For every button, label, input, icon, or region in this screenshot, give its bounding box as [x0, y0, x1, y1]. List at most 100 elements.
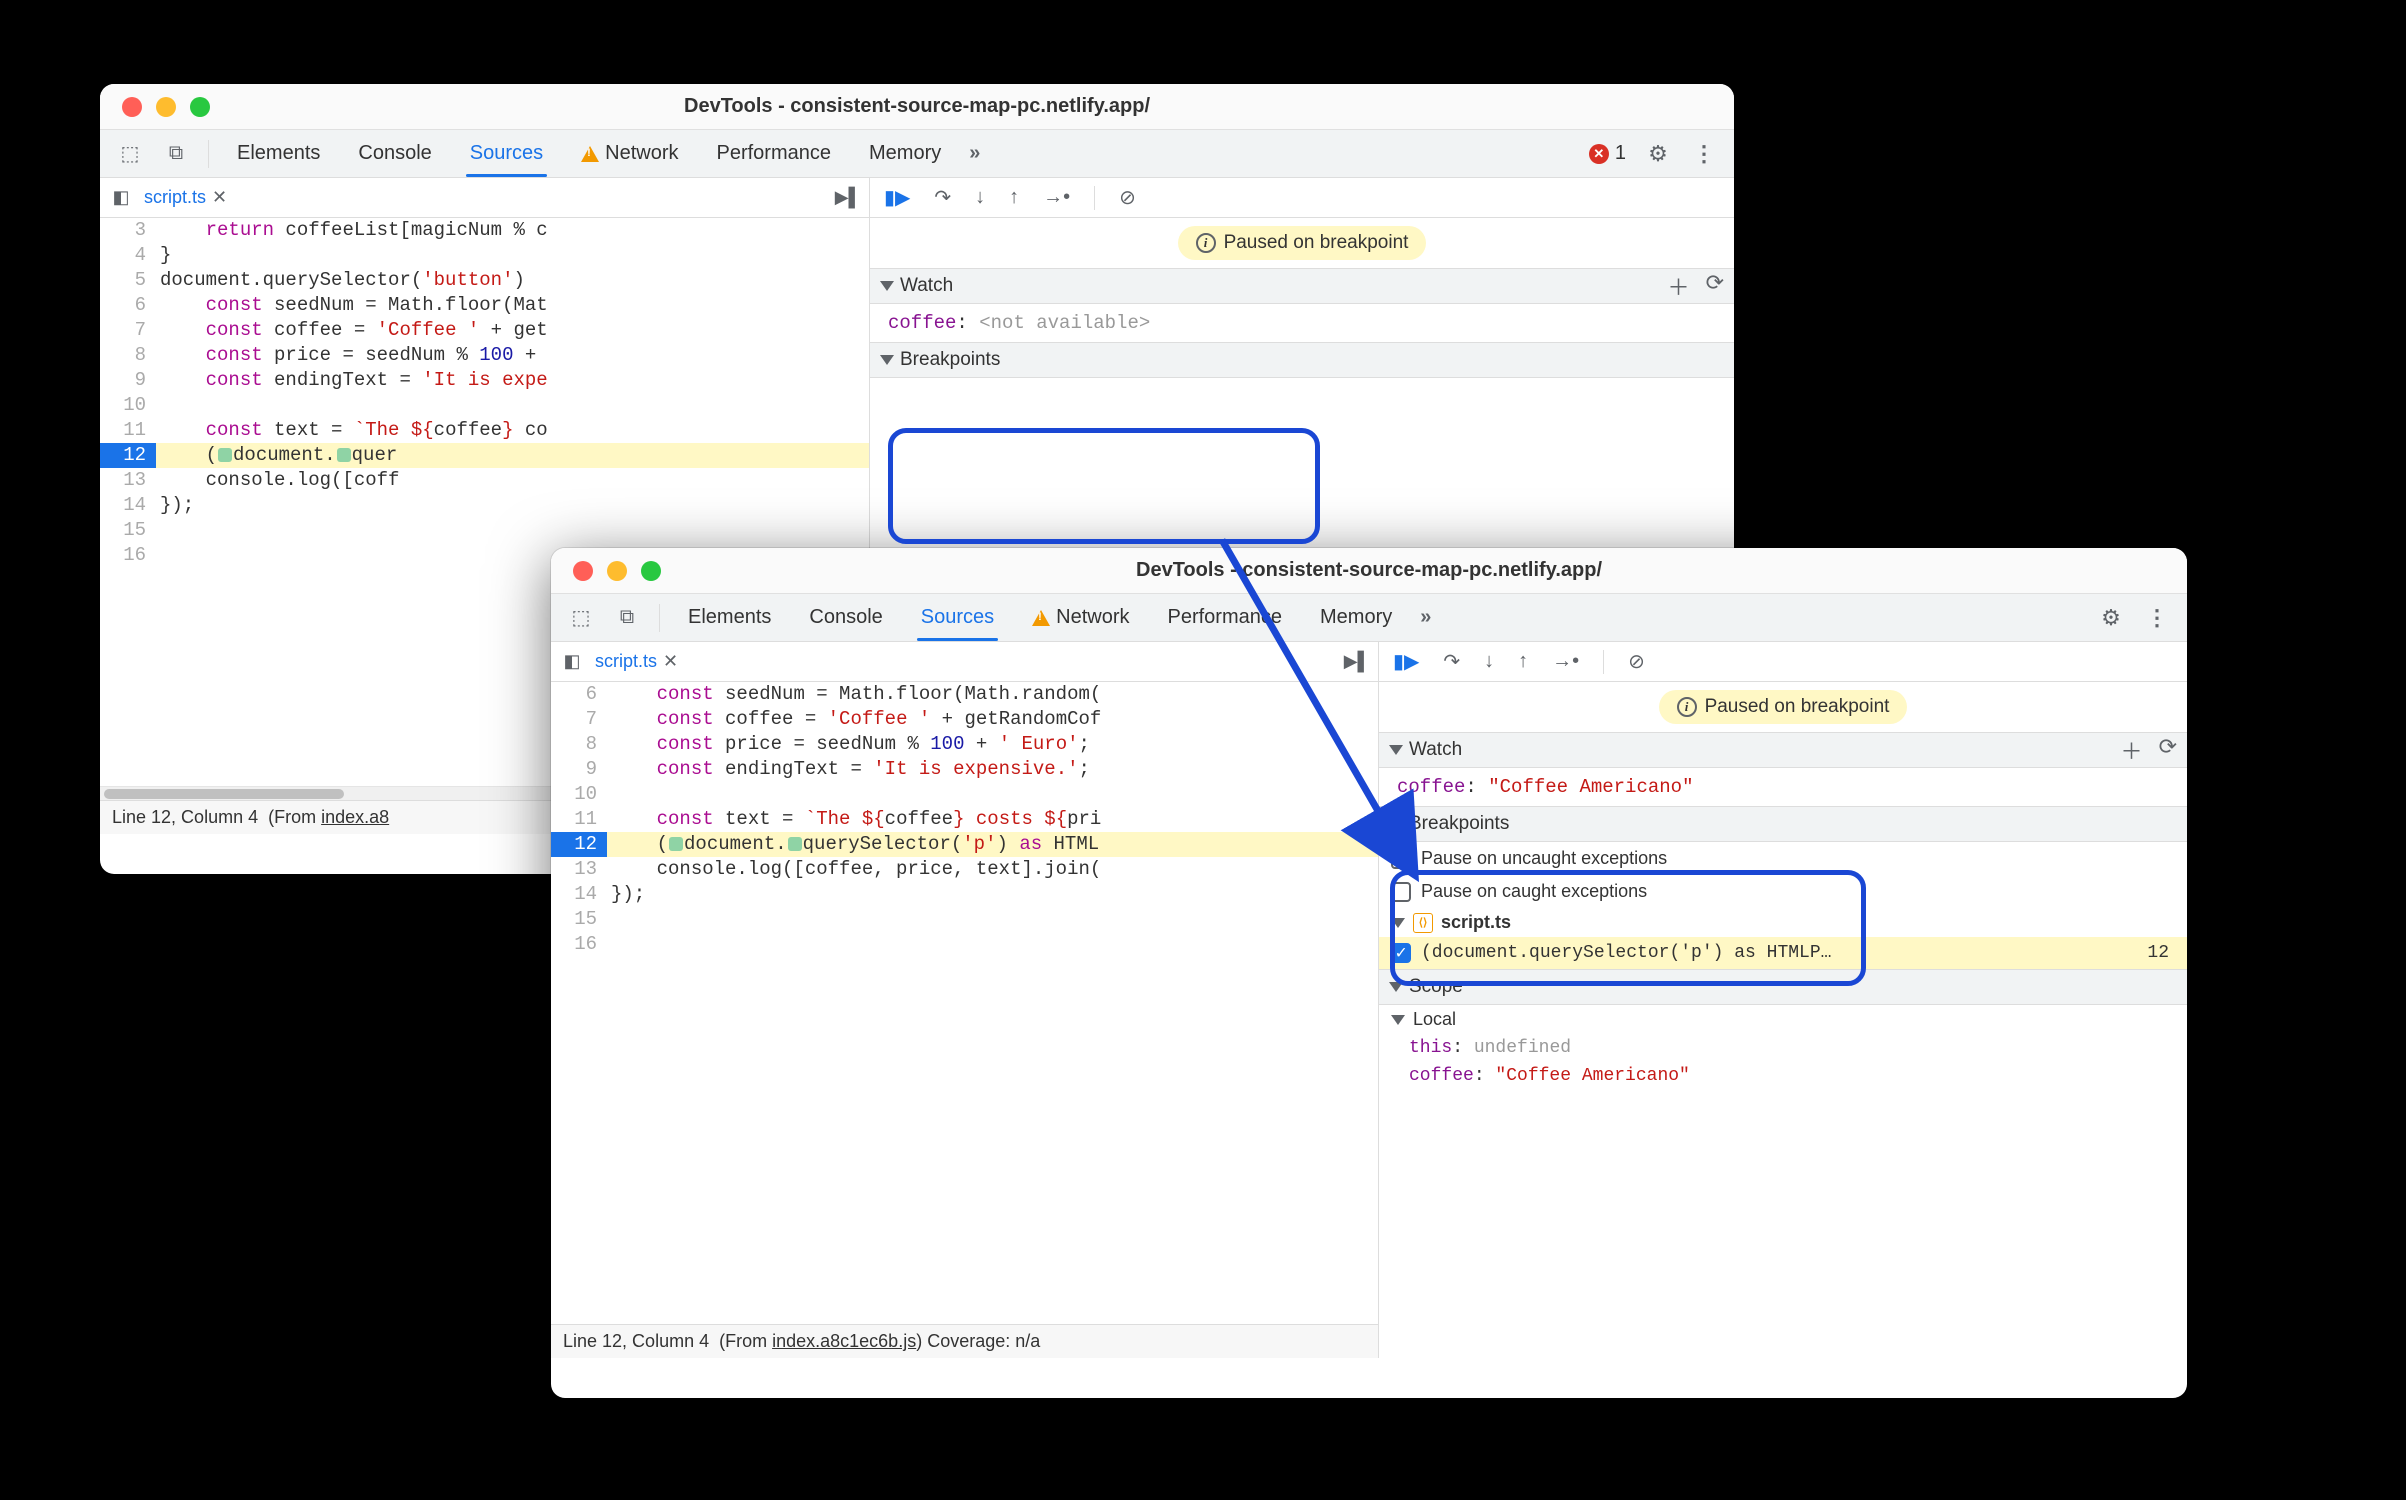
deactivate-breakpoints-icon[interactable]: ⊘ [1119, 185, 1136, 210]
close-window-icon[interactable] [573, 561, 593, 581]
run-snippet-icon[interactable]: ▶▌ [833, 187, 863, 208]
code-line[interactable]: 6 const seedNum = Math.floor(Mat [100, 293, 869, 318]
error-count-badge[interactable]: ✕1 [1589, 142, 1626, 165]
code-line[interactable]: 12 (document.querySelector('p') as HTML [551, 832, 1378, 857]
code-line[interactable]: 8 const price = seedNum % 100 + [100, 343, 869, 368]
code-line[interactable]: 11 const text = `The ${coffee} costs ${p… [551, 807, 1378, 832]
tab-memory[interactable]: Memory [1310, 594, 1402, 641]
code-line[interactable]: 15 [100, 518, 869, 543]
settings-icon[interactable] [1644, 140, 1672, 168]
run-snippet-icon[interactable]: ▶▌ [1342, 651, 1372, 672]
scope-local-header[interactable]: Local [1379, 1005, 2187, 1034]
more-tabs-icon[interactable]: » [969, 142, 976, 165]
file-tab-script[interactable]: script.ts✕ [136, 187, 235, 208]
watch-section-header[interactable]: Watch ＋⟳ [1379, 732, 2187, 768]
debug-toolbar: ▮▶ ↷ ↓ ↑ →• ⊘ [1379, 642, 2187, 682]
code-line[interactable]: 9 const endingText = 'It is expe [100, 368, 869, 393]
step-over-icon[interactable]: ↷ [934, 185, 951, 210]
scope-variable-this[interactable]: this: undefined [1379, 1034, 2187, 1062]
file-tab-script[interactable]: script.ts✕ [587, 651, 686, 672]
source-map-link[interactable]: index.a8c1ec6b.js [772, 1331, 916, 1351]
watch-expression[interactable]: coffee: "Coffee Americano" [1379, 768, 2187, 806]
zoom-window-icon[interactable] [641, 561, 661, 581]
tab-elements[interactable]: Elements [227, 130, 330, 177]
code-line[interactable]: 6 const seedNum = Math.floor(Math.random… [551, 682, 1378, 707]
breakpoints-section-header[interactable]: Breakpoints [1379, 806, 2187, 842]
code-line[interactable]: 14}); [551, 882, 1378, 907]
info-icon: i [1196, 233, 1216, 253]
scope-section-header[interactable]: Scope [1379, 969, 2187, 1005]
code-line[interactable]: 7 const coffee = 'Coffee ' + getRandomCo… [551, 707, 1378, 732]
tab-sources[interactable]: Sources [911, 594, 1004, 641]
pause-caught-checkbox[interactable]: Pause on caught exceptions [1379, 875, 2187, 908]
device-icon[interactable]: ⧉ [162, 140, 190, 168]
code-line[interactable]: 10 [551, 782, 1378, 807]
code-line[interactable]: 3 return coffeeList[magicNum % c [100, 218, 869, 243]
code-line[interactable]: 7 const coffee = 'Coffee ' + get [100, 318, 869, 343]
paused-banner: iPaused on breakpoint [1379, 682, 2187, 732]
code-line[interactable]: 10 [100, 393, 869, 418]
add-watch-icon[interactable]: ＋ [2121, 734, 2143, 766]
navigator-toggle-icon[interactable]: ◧ [557, 651, 587, 672]
step-out-icon[interactable]: ↑ [1009, 186, 1019, 209]
device-icon[interactable]: ⧉ [613, 604, 641, 632]
code-line[interactable]: 8 const price = seedNum % 100 + ' Euro'; [551, 732, 1378, 757]
watch-expression[interactable]: coffee: <not available> [870, 304, 1734, 342]
code-line[interactable]: 14}); [100, 493, 869, 518]
step-icon[interactable]: →• [1043, 186, 1070, 209]
resume-icon[interactable]: ▮▶ [884, 185, 910, 210]
breakpoint-file-group[interactable]: ⟨⟩ script.ts [1379, 908, 2187, 937]
step-into-icon[interactable]: ↓ [975, 186, 985, 209]
inspect-icon[interactable]: ⬚ [567, 604, 595, 632]
tab-sources[interactable]: Sources [460, 130, 553, 177]
step-over-icon[interactable]: ↷ [1443, 649, 1460, 674]
deactivate-breakpoints-icon[interactable]: ⊘ [1628, 649, 1645, 674]
tab-network[interactable]: Network [571, 130, 688, 177]
tab-console[interactable]: Console [348, 130, 441, 177]
devtools-tabbar: ⬚ ⧉ Elements Console Sources Network Per… [100, 130, 1734, 178]
kebab-menu-icon[interactable] [1690, 140, 1718, 168]
refresh-watch-icon[interactable]: ⟳ [1706, 270, 1724, 302]
tab-console[interactable]: Console [799, 594, 892, 641]
resume-icon[interactable]: ▮▶ [1393, 649, 1419, 674]
breakpoints-section-header[interactable]: Breakpoints [870, 342, 1734, 378]
settings-icon[interactable] [2097, 604, 2125, 632]
tab-memory[interactable]: Memory [859, 130, 951, 177]
close-file-icon[interactable]: ✕ [212, 187, 227, 207]
scope-variable-coffee[interactable]: coffee: "Coffee Americano" [1379, 1062, 2187, 1090]
code-line[interactable]: 4} [100, 243, 869, 268]
tab-network[interactable]: Network [1022, 594, 1139, 641]
code-line[interactable]: 13 console.log([coff [100, 468, 869, 493]
code-line[interactable]: 16 [551, 932, 1378, 957]
breakpoint-entry[interactable]: ✓ (document.querySelector('p') as HTMLP…… [1379, 937, 2187, 969]
inspect-icon[interactable]: ⬚ [116, 140, 144, 168]
minimize-window-icon[interactable] [156, 97, 176, 117]
code-line[interactable]: 9 const endingText = 'It is expensive.'; [551, 757, 1378, 782]
code-line[interactable]: 12 (document.quer [100, 443, 869, 468]
chevron-down-icon [1391, 1015, 1405, 1025]
step-out-icon[interactable]: ↑ [1518, 650, 1528, 673]
tab-performance[interactable]: Performance [1158, 594, 1293, 641]
step-into-icon[interactable]: ↓ [1484, 650, 1494, 673]
code-line[interactable]: 13 console.log([coffee, price, text].joi… [551, 857, 1378, 882]
code-line[interactable]: 15 [551, 907, 1378, 932]
close-window-icon[interactable] [122, 97, 142, 117]
source-map-link[interactable]: index.a8 [321, 807, 389, 827]
step-icon[interactable]: →• [1552, 650, 1579, 673]
kebab-menu-icon[interactable] [2143, 604, 2171, 632]
zoom-window-icon[interactable] [190, 97, 210, 117]
minimize-window-icon[interactable] [607, 561, 627, 581]
close-file-icon[interactable]: ✕ [663, 651, 678, 671]
pause-uncaught-checkbox[interactable]: Pause on uncaught exceptions [1379, 842, 2187, 875]
more-tabs-icon[interactable]: » [1420, 606, 1427, 629]
refresh-watch-icon[interactable]: ⟳ [2159, 734, 2177, 766]
add-watch-icon[interactable]: ＋ [1668, 270, 1690, 302]
code-line[interactable]: 11 const text = `The ${coffee} co [100, 418, 869, 443]
source-code[interactable]: 6 const seedNum = Math.floor(Math.random… [551, 682, 1378, 1324]
watch-section-header[interactable]: Watch ＋⟳ [870, 268, 1734, 304]
navigator-toggle-icon[interactable]: ◧ [106, 187, 136, 208]
tab-elements[interactable]: Elements [678, 594, 781, 641]
window-title: DevTools - consistent-source-map-pc.netl… [1136, 559, 1602, 582]
code-line[interactable]: 5document.querySelector('button') [100, 268, 869, 293]
tab-performance[interactable]: Performance [707, 130, 842, 177]
